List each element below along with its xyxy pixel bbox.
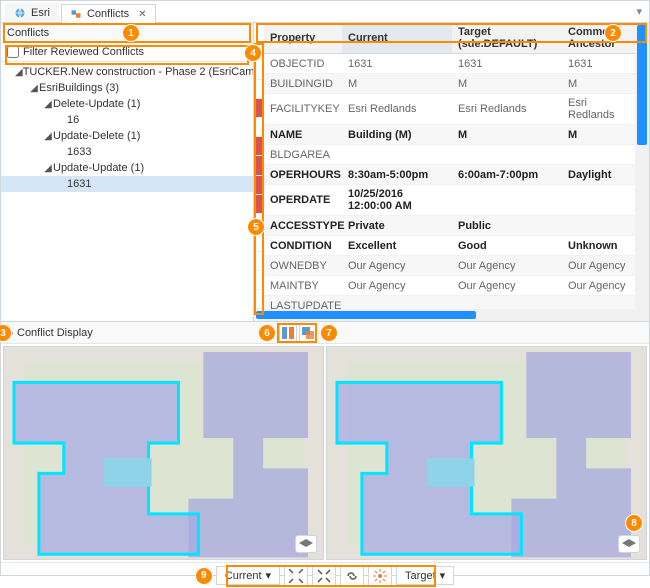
filter-row: Filter Reviewed Conflicts 4 [1,43,253,62]
section-title: Conflicts [7,27,49,39]
map-target[interactable]: 8 [326,346,647,560]
scroll-thumb[interactable] [637,25,647,145]
display-toolbar: 6 7 [261,324,335,342]
table-row[interactable]: BUILDINGIDMMM [264,74,635,94]
conflict-display-header[interactable]: ⌄ Conflict Display 6 7 [1,322,649,344]
col-current[interactable]: Current [342,23,452,54]
table-row[interactable]: OPERDATE10/25/2016 12:00:00 AM [264,185,635,216]
layers-icon [622,539,636,549]
close-icon[interactable]: ✕ [138,9,146,20]
attribute-grid[interactable]: Property Current Target (sde.DEFAULT) Co… [264,23,635,309]
callout-6: 6 [259,325,275,341]
horizontal-scrollbar[interactable] [254,309,649,321]
tree-root[interactable]: ◢TUCKER.New construction - Phase 2 (Esri… [1,64,253,80]
top-row: Conflicts Filter Reviewed Conflicts 4 ◢T… [1,23,649,321]
marker-column [254,23,264,309]
tab-strip: Esri Conflicts ✕ ▾ [1,1,649,23]
tree-item-selected[interactable]: 1631 [1,176,253,192]
col-target[interactable]: Target (sde.DEFAULT) [452,23,562,54]
map-widget-button[interactable] [618,535,640,553]
map-svg [327,347,646,559]
scroll-thumb[interactable] [256,311,476,319]
table-row[interactable]: NAMEBuilding (M)MM [264,125,635,145]
table-row[interactable]: CONDITIONExcellentGoodUnknown [264,236,635,256]
table-row[interactable]: ACCESSTYPEPrivatePublic [264,216,635,236]
filter-reviewed-checkbox[interactable] [7,46,19,58]
callout-7: 7 [321,325,337,341]
map-current[interactable] [3,346,324,560]
callout-1: 1 [123,25,139,41]
table-row[interactable]: MAINTBYOur AgencyOur AgencyOur Agency [264,276,635,296]
overlay-icon [302,327,314,339]
columns-icon [282,327,294,339]
table-row[interactable]: LASTUPDATE [264,296,635,310]
table-row[interactable]: OBJECTID163116311631 [264,54,635,74]
tree-panel: Conflicts Filter Reviewed Conflicts 4 ◢T… [1,23,254,321]
view-overlay-button[interactable] [299,324,317,342]
tree-item[interactable]: 1633 [1,144,253,160]
grid-wrap: Property Current Target (sde.DEFAULT) Co… [254,23,649,309]
section-title: Conflict Display [17,327,93,339]
display-bottom-toolbar: 9 Current▾ Target▾ [1,562,649,588]
tab-conflicts[interactable]: Conflicts ✕ [61,4,156,23]
tab-label: Esri [31,7,50,19]
table-row[interactable]: OPERHOURS8:30am-5:00pm6:00am-7:00pmDayli… [264,165,635,185]
grid-panel: Property Current Target (sde.DEFAULT) Co… [254,23,649,321]
col-ancestor[interactable]: Common Ancestor [562,23,635,54]
callout-5: 5 [248,219,264,235]
vertical-scrollbar[interactable] [635,23,649,309]
tree-item[interactable]: 16 [1,112,253,128]
layers-icon [299,539,313,549]
map-widget-button[interactable] [295,535,317,553]
globe-icon [14,7,26,19]
callout-2: 2 [605,25,621,41]
conflicts-icon [70,8,82,20]
main-split: Conflicts Filter Reviewed Conflicts 4 ◢T… [1,23,649,588]
filter-label: Filter Reviewed Conflicts [23,46,144,58]
conflict-display-section: 3 ⌄ Conflict Display 6 7 [1,321,649,588]
tab-label: Conflicts [87,8,129,20]
map-svg [4,347,323,559]
panel-menu-icon[interactable]: ▾ [629,1,649,22]
tree-layer[interactable]: ◢EsriBuildings (3) [1,80,253,96]
map-container: 8 [1,344,649,562]
conflicts-tree[interactable]: ◢TUCKER.New construction - Phase 2 (Esri… [1,62,253,321]
callout-4: 4 [245,45,261,61]
table-row[interactable]: OWNEDBYOur AgencyOur AgencyOur Agency [264,256,635,276]
tree-group-delete-update[interactable]: ◢Delete-Update (1) [1,96,253,112]
tab-esri[interactable]: Esri [5,3,59,22]
table-row[interactable]: BLDGAREA [264,145,635,165]
conflicts-pane: Esri Conflicts ✕ ▾ Conflicts Filter Revi… [0,0,650,576]
tree-group-update-update[interactable]: ◢Update-Update (1) [1,160,253,176]
table-row[interactable]: FACILITYKEYEsri RedlandsEsri RedlandsEsr… [264,94,635,125]
col-property[interactable]: Property [264,23,342,54]
tree-group-update-delete[interactable]: ◢Update-Delete (1) [1,128,253,144]
view-sidebyside-button[interactable] [279,324,297,342]
